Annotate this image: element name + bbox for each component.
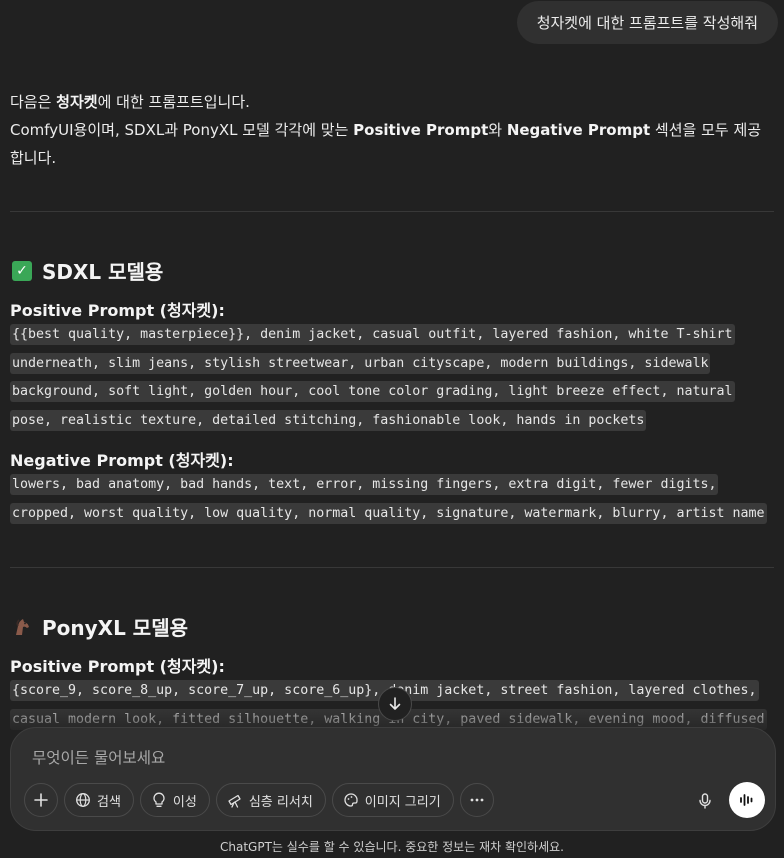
image-create-label: 이미지 그리기 xyxy=(364,794,441,810)
section-title: SDXL 모델용 xyxy=(42,260,164,284)
globe-icon xyxy=(76,793,90,807)
microphone-icon xyxy=(699,793,711,809)
section-heading-ponyxl: PonyXL 모델용 xyxy=(12,612,188,641)
dictate-button[interactable] xyxy=(687,783,723,819)
scroll-to-bottom-button[interactable] xyxy=(378,687,412,721)
intro-text: ComfyUI용이며, SDXL과 PonyXL 모델 각각에 맞는 xyxy=(10,121,354,139)
divider xyxy=(10,211,774,212)
intro-text: 에 대한 프롬프트입니다. xyxy=(97,93,250,111)
deep-research-label: 심층 리서치 xyxy=(248,794,313,810)
intro-text: 와 xyxy=(488,121,507,139)
positive-prompt-code[interactable]: {{best quality, masterpiece}}, denim jac… xyxy=(10,321,778,435)
section-heading-sdxl: ✓ SDXL 모델용 xyxy=(12,256,163,285)
more-tools-button[interactable] xyxy=(459,783,494,817)
telescope-icon xyxy=(228,794,241,808)
disclaimer-footer: ChatGPT는 실수를 할 수 있습니다. 중요한 정보는 재차 확인하세요. xyxy=(220,840,564,854)
positive-prompt-label: Positive Prompt (청자켓): xyxy=(10,657,225,676)
voice-mode-button[interactable] xyxy=(729,782,765,818)
attach-button[interactable] xyxy=(24,783,58,817)
plus-icon xyxy=(34,793,48,807)
intro-line-3: 합니다. xyxy=(10,149,57,167)
waveform-icon xyxy=(740,794,753,806)
lightbulb-icon xyxy=(153,792,165,807)
image-create-button[interactable]: 이미지 그리기 xyxy=(331,783,454,817)
negative-prompt-label: Negative Prompt (청자켓): xyxy=(10,451,234,470)
code-text: lowers, bad anatomy, bad hands, text, er… xyxy=(10,474,767,524)
intro-text: 다음은 xyxy=(10,93,57,111)
intro-line-1: 다음은 청자켓에 대한 프롬프트입니다. xyxy=(10,88,780,116)
intro-line-2: ComfyUI용이며, SDXL과 PonyXL 모델 각각에 맞는 Posit… xyxy=(10,116,780,144)
negative-prompt-code[interactable]: lowers, bad anatomy, bad hands, text, er… xyxy=(10,471,778,528)
message-composer[interactable]: 무엇이든 물어보세요 검색 이성 심층 리서치 이미지 그리기 xyxy=(10,727,776,831)
positive-prompt-label: Positive Prompt (청자켓): xyxy=(10,301,225,320)
reason-button[interactable]: 이성 xyxy=(139,783,210,817)
deep-research-button[interactable]: 심층 리서치 xyxy=(215,783,326,817)
intro-text: 섹션을 모두 제공 xyxy=(650,121,762,139)
assistant-intro: 다음은 청자켓에 대한 프롬프트입니다. ComfyUI용이며, SDXL과 P… xyxy=(10,88,780,172)
check-emoji-icon: ✓ xyxy=(12,260,32,281)
code-text: {{best quality, masterpiece}}, denim jac… xyxy=(10,324,735,431)
search-label: 검색 xyxy=(97,794,121,810)
prompt-input[interactable]: 무엇이든 물어보세요 xyxy=(32,746,165,768)
intro-bold: Negative Prompt xyxy=(506,121,651,139)
composer-toolbar: 검색 이성 심층 리서치 이미지 그리기 xyxy=(24,783,494,817)
divider xyxy=(10,567,774,568)
reason-label: 이성 xyxy=(172,794,197,810)
section-title: PonyXL 모델용 xyxy=(42,616,189,640)
more-dots-icon xyxy=(470,798,484,802)
horse-emoji-icon xyxy=(12,617,32,637)
intro-bold: 청자켓 xyxy=(56,93,98,111)
user-message-bubble: 청자켓에 대한 프롬프트를 작성해줘 xyxy=(516,1,778,44)
arrow-down-icon xyxy=(389,697,401,710)
intro-bold: Positive Prompt xyxy=(353,121,489,139)
user-message-text: 청자켓에 대한 프롬프트를 작성해줘 xyxy=(536,14,758,32)
search-button[interactable]: 검색 xyxy=(64,783,134,817)
palette-icon xyxy=(344,793,358,807)
